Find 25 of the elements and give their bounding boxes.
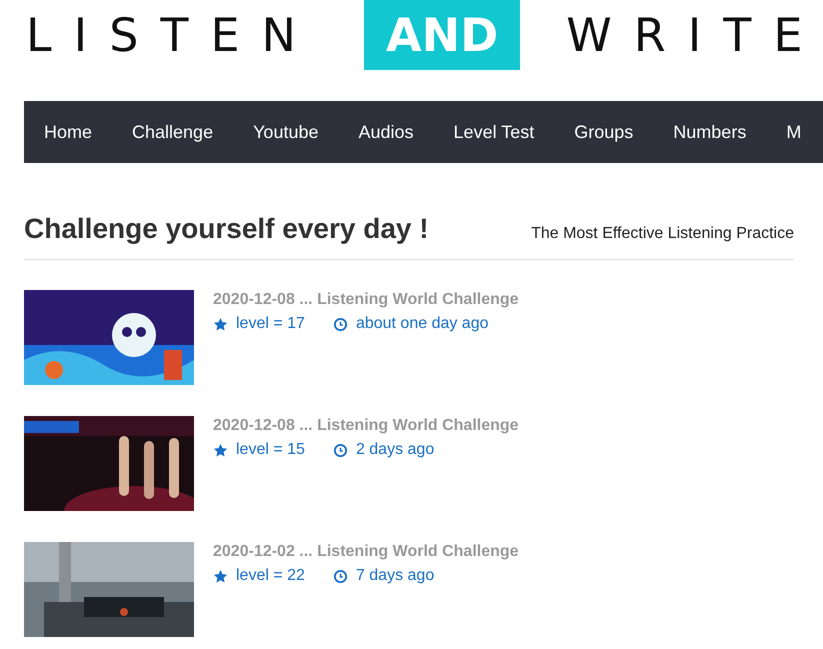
time-text: 7 days ago — [356, 567, 434, 585]
clock-icon — [332, 568, 348, 584]
clock-icon — [332, 316, 348, 332]
level-text: level = 22 — [236, 567, 305, 585]
star-icon — [213, 568, 228, 584]
nav-link[interactable]: Audios — [358, 122, 414, 142]
nav-link[interactable]: Level Test — [454, 122, 534, 142]
logo-word: LISTEN — [26, 7, 318, 64]
clock-icon — [332, 442, 348, 458]
nav-link[interactable]: Numbers — [673, 122, 746, 142]
page-subtitle: The Most Effective Listening Practice — [531, 225, 794, 243]
nav-link[interactable]: Challenge — [132, 122, 214, 142]
time-text: about one day ago — [356, 315, 488, 333]
time-text: 2 days ago — [356, 441, 434, 459]
level-text: level = 17 — [236, 315, 305, 333]
nav-link[interactable]: Groups — [574, 122, 634, 142]
nav-link[interactable]: M — [786, 122, 802, 142]
nav-link[interactable]: Home — [44, 122, 92, 142]
star-icon — [213, 442, 228, 458]
logo-word: WRITE — [566, 7, 823, 64]
logo-word: AND — [364, 0, 520, 70]
nav-link[interactable]: Youtube — [253, 122, 318, 142]
star-icon — [213, 316, 228, 332]
level-text: level = 15 — [236, 441, 305, 459]
page-heading: Challenge yourself every day ! — [24, 213, 429, 245]
